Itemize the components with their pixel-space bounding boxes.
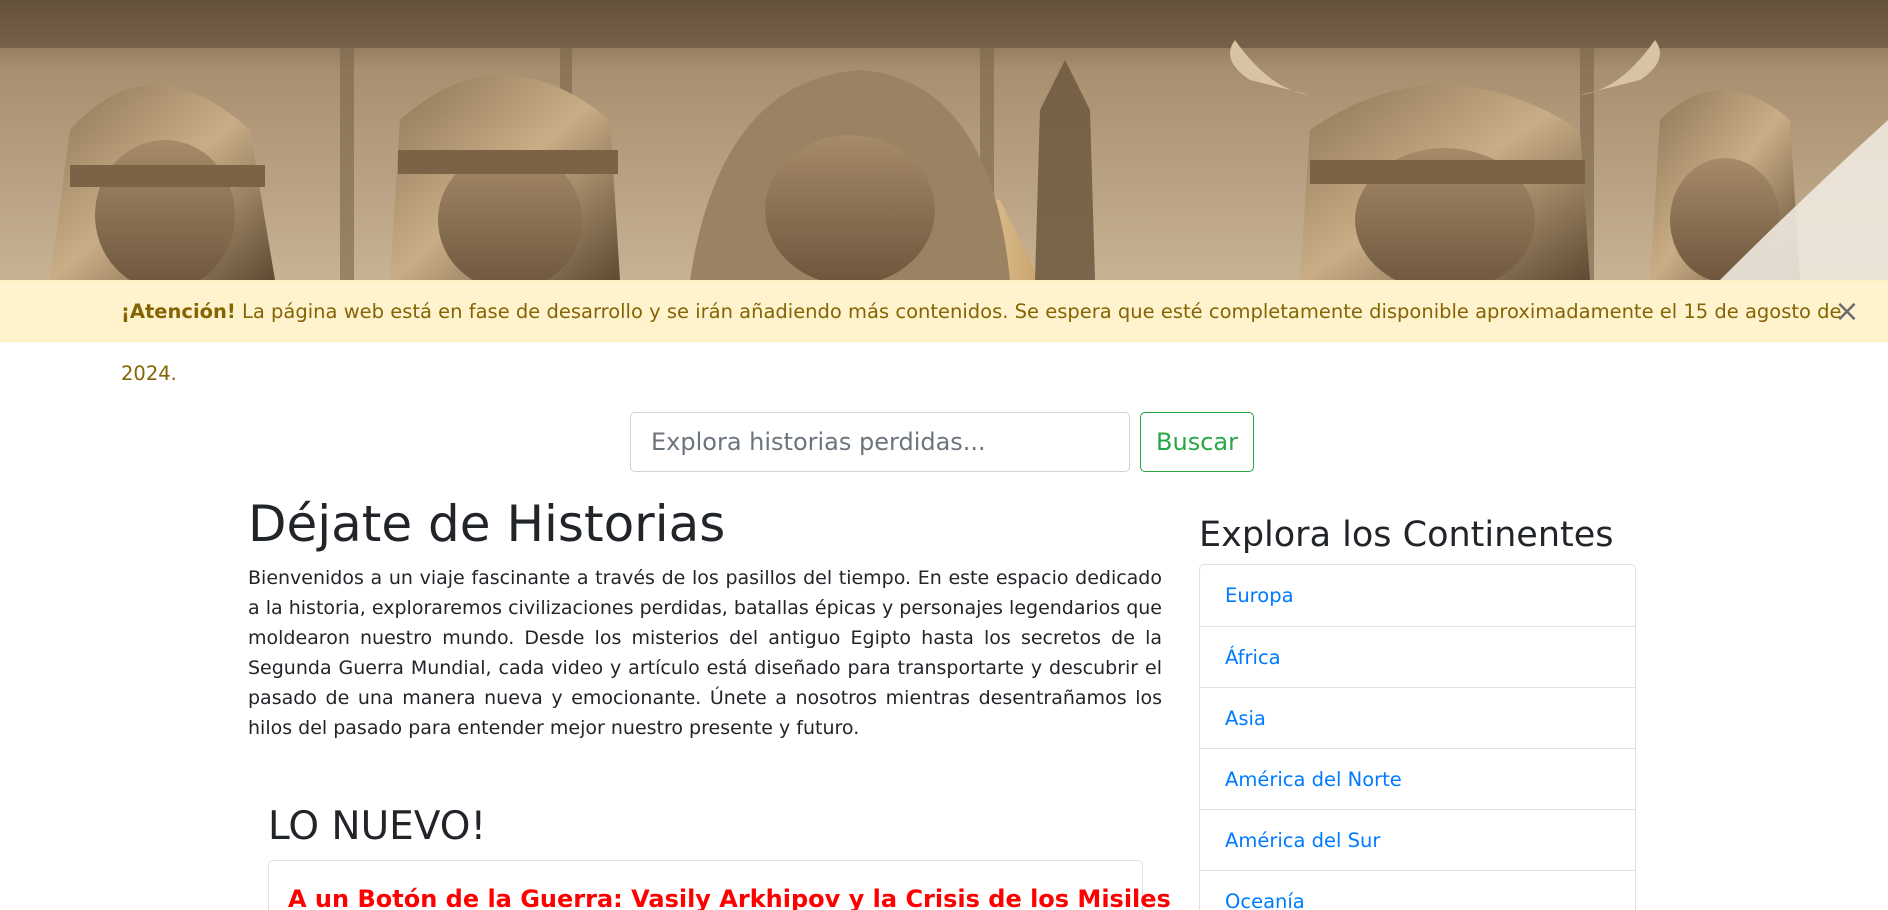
header-banner (0, 0, 1888, 280)
alert-message: La página web está en fase de desarrollo… (121, 300, 1842, 385)
continents-list: Europa África Asia América del Norte Amé… (1199, 564, 1636, 910)
latest-post-card: A un Botón de la Guerra: Vasily Arkhipov… (268, 860, 1171, 910)
continent-link-america-del-sur[interactable]: América del Sur (1200, 809, 1635, 870)
search-button[interactable]: Buscar (1140, 412, 1254, 472)
latest-post-title-link[interactable]: A un Botón de la Guerra: Vasily Arkhipov… (288, 883, 1171, 910)
alert-strong-text: ¡Atención! (121, 300, 236, 323)
search-input[interactable] (630, 412, 1130, 472)
continent-link-europa[interactable]: Europa (1200, 565, 1635, 626)
development-alert: ¡Atención! La página web está en fase de… (0, 280, 1888, 385)
continent-link-asia[interactable]: Asia (1200, 687, 1635, 748)
page-title: Déjate de Historias (248, 495, 726, 553)
continent-link-oceania[interactable]: Oceanía (1200, 870, 1635, 910)
continent-link-america-del-norte[interactable]: América del Norte (1200, 748, 1635, 809)
continent-link-africa[interactable]: África (1200, 626, 1635, 687)
new-section-heading: LO NUEVO! (268, 804, 487, 849)
close-icon[interactable]: × (1832, 281, 1862, 343)
banner-illustration (0, 0, 1888, 280)
intro-paragraph: Bienvenidos a un viaje fascinante a trav… (248, 567, 1162, 739)
continents-heading: Explora los Continentes (1199, 515, 1614, 555)
